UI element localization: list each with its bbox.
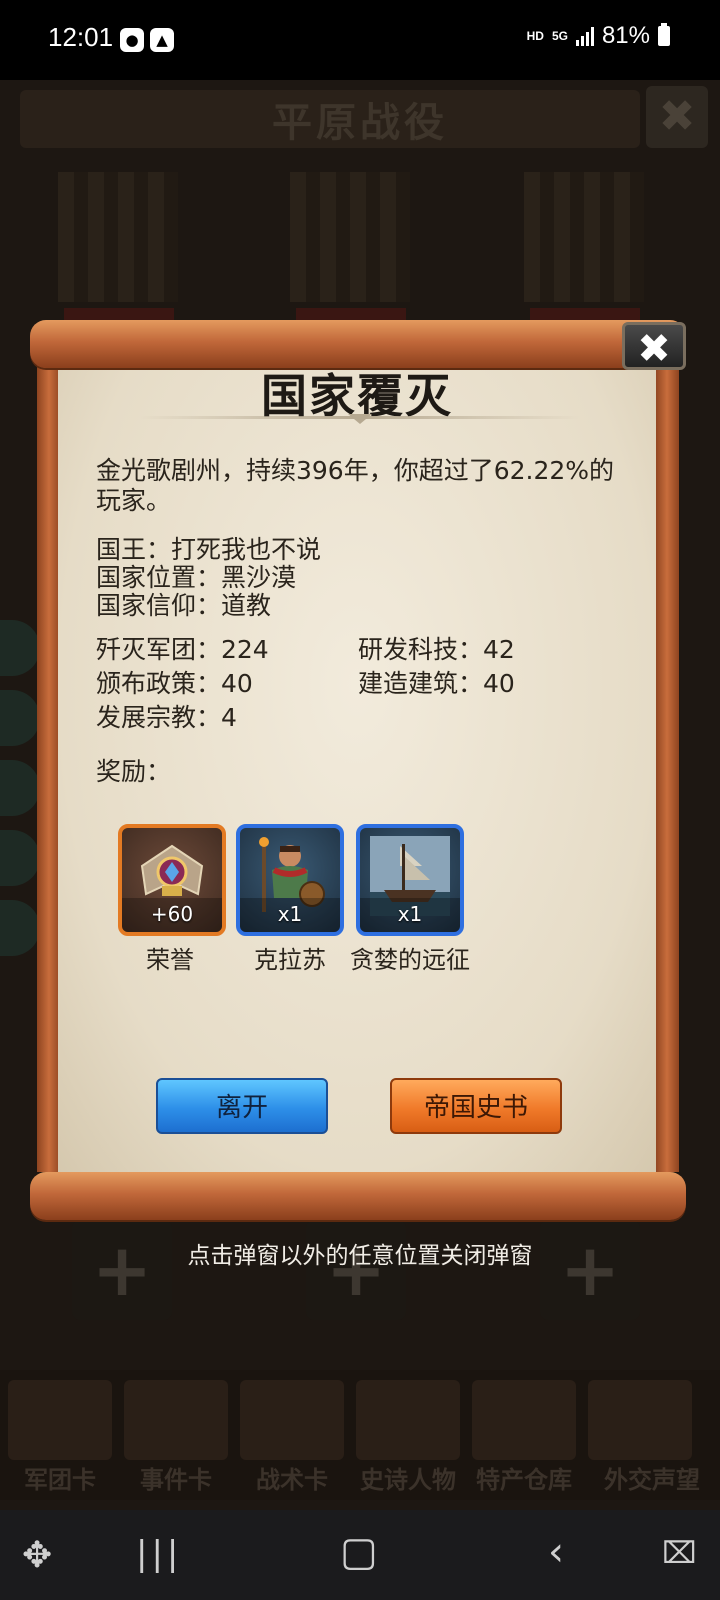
event-card-label: 事件卡 [140, 1466, 212, 1494]
epic-character-label: 史诗人物 [360, 1466, 456, 1494]
reward-honor[interactable]: +60 [118, 824, 226, 936]
legion-card-label: 军团卡 [24, 1466, 96, 1494]
epic-character-tab[interactable] [356, 1380, 460, 1460]
summary-text: 金光歌剧州，持续396年，你超过了62.22%的玩家。 [96, 456, 615, 515]
reward-greedy-expedition[interactable]: x1 [356, 824, 464, 936]
rewards-label: 奖励： [96, 757, 172, 786]
scroll-bottom-rod [30, 1172, 686, 1220]
army-grid-left [58, 172, 178, 302]
stat-legions-destroyed: 歼灭军团：224 [96, 635, 269, 664]
army-hp-bar-right [530, 308, 640, 320]
religion-info: 国家信仰：道教 [96, 591, 272, 620]
side-music-button[interactable] [0, 690, 40, 746]
side-close-button[interactable] [0, 830, 40, 886]
army-grid-right [524, 172, 644, 302]
screen-capture-icon[interactable]: ⌧ [662, 1536, 697, 1572]
scroll-right-edge [655, 360, 679, 1172]
diplomacy-label: 外交声望 [604, 1466, 700, 1494]
stat-buildings-built: 建造建筑：40 [358, 669, 515, 698]
event-card-tab[interactable] [124, 1380, 228, 1460]
add-slot-center[interactable]: + [306, 1220, 406, 1320]
network-type-icon: 5G [551, 28, 568, 43]
tactic-card-label: 战术卡 [256, 1466, 328, 1494]
game-tools-icon[interactable]: ✥ [22, 1538, 52, 1574]
army-hp-bar-left [64, 308, 174, 320]
reward-name-crassus: 克拉苏 [254, 946, 326, 974]
add-slot-left[interactable]: + [72, 1220, 172, 1320]
side-settings-button[interactable] [0, 900, 40, 956]
battle-title: 平原战役 [272, 100, 448, 146]
stat-tech-researched: 研发科技：42 [358, 635, 515, 664]
status-right-group: HD 5G 81% [527, 22, 670, 50]
side-sound-button[interactable] [0, 760, 40, 816]
tactic-card-tab[interactable] [240, 1380, 344, 1460]
battery-icon [658, 23, 670, 46]
reward-count: x1 [397, 902, 423, 926]
back-icon[interactable]: ‹ [548, 1532, 564, 1572]
empire-history-button[interactable]: 帝国史书 [390, 1078, 562, 1134]
diplomacy-tab[interactable] [588, 1380, 692, 1460]
battery-percentage: 81% [601, 22, 650, 49]
game-launcher-notification-icon: ● [120, 28, 144, 52]
reward-count: x1 [277, 902, 303, 926]
reward-name-greedy-expedition: 贪婪的远征 [350, 946, 470, 974]
add-slot-right[interactable]: + [540, 1220, 640, 1320]
navigation-bar: ✥ ||| ▢ ‹ ⌧ [0, 1510, 720, 1600]
army-grid-center [290, 172, 410, 302]
home-icon[interactable]: ▢ [340, 1532, 378, 1572]
reward-crassus[interactable]: x1 [236, 824, 344, 936]
status-bar: 12:01 ● ▲ HD 5G 81% [0, 0, 720, 80]
reward-count: +60 [150, 902, 194, 926]
specialty-warehouse-tab[interactable] [472, 1380, 576, 1460]
reward-name-honor: 荣誉 [146, 946, 194, 974]
gallery-notification-icon: ▲ [150, 28, 174, 52]
recent-apps-icon[interactable]: ||| [136, 1536, 182, 1572]
battle-close-button[interactable]: ✖ [646, 86, 708, 148]
army-hp-bar-center [296, 308, 406, 320]
close-hint-text: 点击弹窗以外的任意位置关闭弹窗 [187, 1243, 533, 1269]
leave-button[interactable]: 离开 [156, 1078, 328, 1134]
signal-icon [575, 26, 594, 46]
hd-voice-badge: HD [526, 29, 544, 43]
title-divider-notch [348, 414, 372, 424]
side-chat-button[interactable] [0, 620, 40, 676]
legion-card-tab[interactable] [8, 1380, 112, 1460]
status-time: 12:01 [48, 22, 114, 52]
stat-religions-developed: 发展宗教：4 [96, 703, 237, 732]
stat-policies-issued: 颁布政策：40 [96, 669, 253, 698]
specialty-warehouse-label: 特产仓库 [476, 1466, 572, 1494]
